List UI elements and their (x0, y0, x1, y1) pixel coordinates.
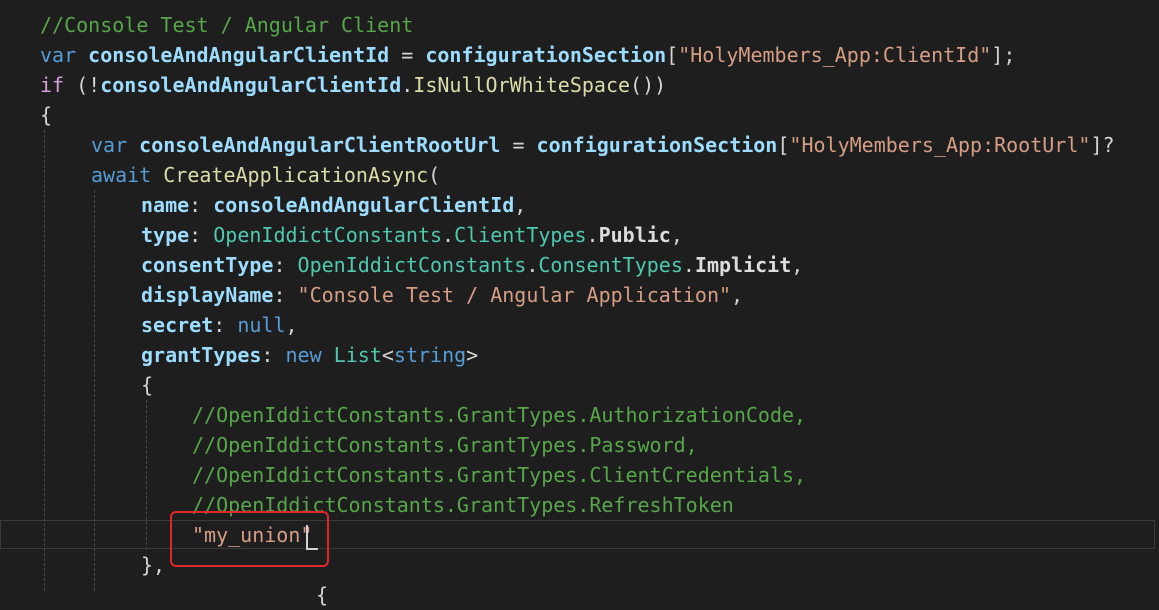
code-token: [ (666, 43, 679, 67)
code-line-3[interactable]: if (!consoleAndAngularClientId.IsNullOrW… (40, 70, 666, 100)
code-token: ()) (630, 73, 667, 97)
code-line-16[interactable]: //OpenIddictConstants.GrantTypes.ClientC… (192, 460, 806, 490)
code-token: : (189, 223, 214, 247)
code-line-4[interactable]: { (40, 100, 52, 130)
code-token: "Console Test / Angular Application" (297, 283, 732, 307)
indent-guide-outer (44, 130, 45, 591)
code-token: { (40, 103, 53, 127)
code-token: var (91, 133, 128, 157)
code-token: //OpenIddictConstants.GrantTypes.Authori… (192, 403, 807, 427)
code-token: = (500, 133, 537, 157)
code-token: OpenIddictConstants (213, 223, 443, 247)
code-token: . (526, 253, 539, 277)
code-line-10[interactable]: displayName: "Console Test / Angular App… (141, 280, 743, 310)
code-token: secret (141, 313, 214, 337)
code-line-7[interactable]: name: consoleAndAngularClientId, (141, 190, 526, 220)
code-token: }, (141, 553, 166, 577)
code-token: [ (777, 133, 790, 157)
code-line-6[interactable]: await CreateApplicationAsync( (91, 160, 440, 190)
code-line-2[interactable]: var consoleAndAngularClientId = configur… (40, 40, 1015, 70)
code-token: configurationSection (425, 43, 667, 67)
code-line-14[interactable]: //OpenIddictConstants.GrantTypes.Authori… (192, 400, 806, 430)
code-token: = (389, 43, 426, 67)
code-token: . (442, 223, 455, 247)
code-token: : (189, 193, 214, 217)
indent-guide-block (94, 190, 95, 591)
code-token: : (273, 283, 298, 307)
code-token: "HolyMembers_App:ClientId" (678, 43, 992, 67)
code-token: , (731, 283, 744, 307)
code-token: CreateApplicationAsync (163, 163, 429, 187)
code-token: ConsentTypes (538, 253, 683, 277)
code-line-15[interactable]: //OpenIddictConstants.GrantTypes.Passwor… (192, 430, 698, 460)
code-line-8[interactable]: type: OpenIddictConstants.ClientTypes.Pu… (141, 220, 683, 250)
code-token: . (586, 223, 599, 247)
code-token: //OpenIddictConstants.GrantTypes.Passwor… (192, 433, 698, 457)
code-token: new (285, 343, 322, 367)
code-token: ClientTypes (454, 223, 587, 247)
code-editor[interactable]: //Console Test / Angular Client var cons… (0, 0, 1159, 607)
code-token: . (401, 73, 414, 97)
code-token: , (791, 253, 804, 277)
code-token: Implicit (694, 253, 792, 277)
code-token: //OpenIddictConstants.GrantTypes.ClientC… (192, 463, 807, 487)
code-token: , (285, 313, 298, 337)
code-token: ]; (991, 43, 1016, 67)
code-token: type (141, 223, 190, 247)
indent-guide-collection (146, 400, 147, 550)
code-token: name (141, 193, 190, 217)
code-token: ]? (1090, 133, 1115, 157)
code-token: consoleAndAngularClientRootUrl (139, 133, 501, 157)
code-token: consoleAndAngularClientId (213, 193, 515, 217)
code-line-9[interactable]: consentType: OpenIddictConstants.Consent… (141, 250, 803, 280)
code-token: OpenIddictConstants (297, 253, 527, 277)
code-token: : (213, 313, 238, 337)
code-token: null (237, 313, 286, 337)
code-line-1[interactable]: //Console Test / Angular Client (40, 10, 413, 40)
code-token: "HolyMembers_App:RootUrl" (789, 133, 1091, 157)
code-token: consoleAndAngularClientId (88, 43, 390, 67)
code-token: await (91, 163, 152, 187)
code-token: < (381, 343, 394, 367)
code-token: : (261, 343, 286, 367)
code-line-13[interactable]: { (141, 370, 153, 400)
code-token: Public (598, 223, 671, 247)
code-token: . (682, 253, 695, 277)
code-token: (! (64, 73, 101, 97)
code-line-11[interactable]: secret: null, (141, 310, 298, 340)
code-token: ( (428, 163, 441, 187)
code-token: grantTypes (141, 343, 262, 367)
code-token: //Console Test / Angular Client (40, 13, 414, 37)
code-line-20[interactable]: { (316, 580, 328, 610)
code-token: string (393, 343, 467, 367)
code-token: , (670, 223, 683, 247)
code-token: , (514, 193, 527, 217)
code-token: : (273, 253, 298, 277)
code-token: { (316, 583, 329, 607)
code-token: { (141, 373, 154, 397)
code-token: consentType (141, 253, 274, 277)
code-token: > (466, 343, 479, 367)
code-token: displayName (141, 283, 274, 307)
code-token: configurationSection (536, 133, 778, 157)
code-token: IsNullOrWhiteSpace (413, 73, 631, 97)
code-line-12[interactable]: grantTypes: new List<string> (141, 340, 478, 370)
code-line-5[interactable]: var consoleAndAngularClientRootUrl = con… (91, 130, 1115, 160)
code-token: consoleAndAngularClientId (100, 73, 402, 97)
code-token: var (40, 43, 77, 67)
code-token: List (333, 343, 382, 367)
annotation-highlight-box (170, 511, 329, 567)
code-token: if (40, 73, 65, 97)
code-line-19[interactable]: }, (141, 550, 165, 580)
